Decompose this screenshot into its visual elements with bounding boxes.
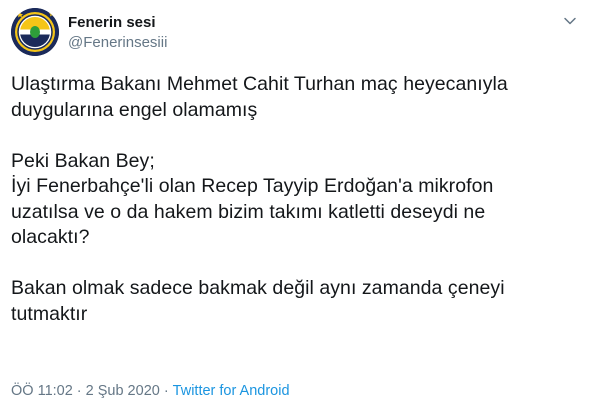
meta-separator: ·: [76, 383, 82, 399]
tweet-line: uzatılsa ve o da hakem bizim takımı katl…: [11, 200, 486, 223]
tweet-line: Peki Bakan Bey;: [11, 149, 155, 172]
tweet-card: Fenerin sesi @Fenerinsesiii Ulaştırma Ba…: [0, 0, 592, 410]
tweet-line: Bakan olmak sadece bakmak değil aynı zam…: [11, 277, 505, 299]
display-name[interactable]: Fenerin sesi: [68, 14, 167, 32]
tweet-line: olacaktı?: [11, 226, 90, 248]
tweet-line: duygularına engel olamamış: [11, 98, 258, 121]
tweet-line: tutmaktır: [11, 302, 88, 325]
user-names: Fenerin sesi @Fenerinsesiii: [68, 14, 167, 52]
tweet-header: Fenerin sesi @Fenerinsesiii: [11, 8, 581, 56]
username[interactable]: @Fenerinsesiii: [68, 34, 167, 52]
meta-separator: ·: [163, 383, 169, 399]
tweet-date[interactable]: 2 Şub 2020: [86, 383, 160, 399]
avatar[interactable]: [11, 8, 59, 56]
more-menu-button[interactable]: [559, 10, 581, 32]
tweet-line: İyi Fenerbahçe'li olan Recep Tayyip Erdo…: [11, 175, 494, 197]
tweet-text: Ulaştırma Bakanı Mehmet Cahit Turhan maç…: [11, 72, 581, 327]
tweet-line: Ulaştırma Bakanı Mehmet Cahit Turhan maç…: [11, 73, 508, 95]
tweet-source-link[interactable]: Twitter for Android: [173, 383, 290, 399]
chevron-down-icon: [564, 17, 576, 25]
fenerbahce-crest-icon: [11, 8, 59, 56]
tweet-meta: ÖÖ 11:02 · 2 Şub 2020 · Twitter for Android: [11, 382, 290, 400]
tweet-time[interactable]: ÖÖ 11:02: [11, 383, 73, 399]
